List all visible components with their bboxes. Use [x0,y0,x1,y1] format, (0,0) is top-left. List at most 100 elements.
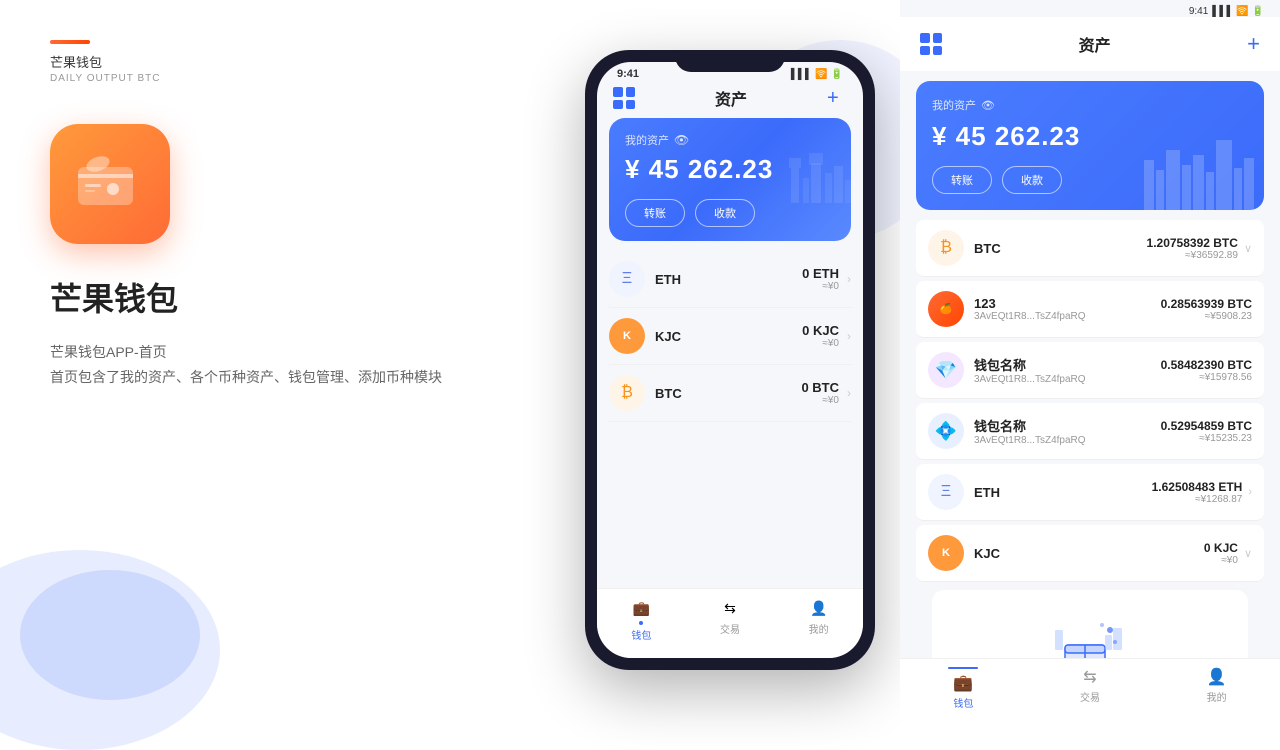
phone-nav-trade[interactable]: ⇆ 交易 [686,597,775,642]
card-city-bg [781,128,851,213]
rp-wallet-nav-label: 钱包 [953,695,973,710]
rp-coin-wallet1[interactable]: 💎 钱包名称 3AvEQt1R8...TsZ4fpaRQ 0.58482390 … [916,342,1264,399]
eth-name: ETH [655,272,802,287]
rp-header: 资产 + [900,17,1280,71]
rp-btc-info: BTC [974,241,1147,256]
rp-asset-card: 我的资产 👁 ¥ 45 262.23 转账 收款 [916,81,1264,210]
phone-nav-wallet[interactable]: 💼 钱包 [597,597,686,642]
rp-wallet2-icon: 💠 [928,413,964,449]
rp-kjc-name: KJC [974,546,1204,561]
phone-status-icons: ▌▌▌ 🛜 🔋 [791,69,843,80]
rp-eth-value: 1.62508483 ETH [1152,480,1243,494]
rp-grid-icon[interactable] [920,33,942,55]
grid-icon[interactable] [613,87,635,109]
btc-icon: ₿ [609,375,645,411]
eye-icon[interactable]: 👁 [674,133,689,147]
rp-transfer-button[interactable]: 转账 [932,166,992,194]
kjc-name: KJC [655,329,802,344]
btc-arrow: › [847,386,851,400]
rp-wallet-nav-icon: 💼 [953,673,973,693]
mine-nav-icon: 👤 [808,597,830,619]
rp-coin-btc[interactable]: ₿ BTC 1.20758392 BTC ≈¥36592.89 ∨ [916,220,1264,277]
rp-btc-arrow: ∨ [1244,242,1252,255]
deco-blob-2 [20,570,200,700]
rp-bottom-nav: 💼 钱包 ⇆ 交易 👤 我的 [900,658,1280,720]
rp-wallet2-name: 钱包名称 [974,416,1161,435]
rp-nav-trade[interactable]: ⇆ 交易 [1027,667,1154,710]
phone-time: 9:41 [617,68,639,80]
btc-amount: 0 BTC ≈¥0 [801,380,839,406]
rp-status-bar: 9:41 ▌▌▌ 🛜 🔋 [900,0,1280,17]
kjc-sub: ≈¥0 [802,338,839,349]
trade-nav-label: 交易 [720,621,740,636]
app-title: 芒果钱包 [50,274,510,320]
eth-amount: 0 ETH ≈¥0 [802,266,839,292]
rp-mine-nav-label: 我的 [1207,689,1227,704]
rp-btc-right: 1.20758392 BTC ≈¥36592.89 [1147,236,1238,261]
right-panel: 9:41 ▌▌▌ 🛜 🔋 资产 + 我的资产 👁 ¥ 45 262.23 转账 … [900,0,1280,720]
phone-nav-mine[interactable]: 👤 我的 [774,597,863,642]
rp-123-icon: 🍊 [928,291,964,327]
eth-sub: ≈¥0 [802,281,839,292]
phone-header-title: 资产 [715,86,747,110]
rp-coin-list: ₿ BTC 1.20758392 BTC ≈¥36592.89 ∨ 🍊 123 … [900,220,1280,658]
rp-eth-right: 1.62508483 ETH ≈¥1268.87 [1152,480,1243,505]
phone-frame: 9:41 ▌▌▌ 🛜 🔋 资产 + 我的 资产 👁 [585,50,875,670]
rp-nav-mine[interactable]: 👤 我的 [1153,667,1280,710]
eth-icon: Ξ [609,261,645,297]
rp-kjc-arrow: ∨ [1244,547,1252,560]
phone-header: 资产 + [597,82,863,118]
rp-123-info: 123 3AvEQt1R8...TsZ4fpaRQ [974,296,1161,322]
rp-coin-eth[interactable]: Ξ ETH 1.62508483 ETH ≈¥1268.87 › [916,464,1264,521]
add-button[interactable]: + [827,88,847,108]
rp-wallet1-right: 0.58482390 BTC ≈¥15978.56 [1161,358,1252,383]
rp-kjc-info: KJC [974,546,1204,561]
kjc-arrow: › [847,329,851,343]
rp-empty-state: 请先创建或导入ETH钱包 创建 导入 [932,590,1248,658]
rp-123-value: 0.28563939 BTC [1161,297,1252,311]
rp-kjc-icon: K [928,535,964,571]
rp-eth-icon: Ξ [928,474,964,510]
accent-line [50,40,90,44]
phone-coin-eth[interactable]: Ξ ETH 0 ETH ≈¥0 › [609,251,851,308]
rp-time: 9:41 [1189,6,1208,17]
wallet-nav-icon: 💼 [630,597,652,619]
rp-receive-button[interactable]: 收款 [1002,166,1062,194]
phone-asset-card: 我的资产 👁 ¥ 45 262.23 转账 收款 [609,118,851,241]
phone-transfer-button[interactable]: 转账 [625,199,685,227]
rp-kjc-right: 0 KJC ≈¥0 [1204,541,1238,566]
kjc-value: 0 KJC [802,323,839,338]
battery-icon: 🔋 [831,69,843,80]
rp-coin-wallet2[interactable]: 💠 钱包名称 3AvEQt1R8...TsZ4fpaRQ 0.52954859 … [916,403,1264,460]
rp-123-addr: 3AvEQt1R8...TsZ4fpaRQ [974,311,1161,322]
mine-nav-label: 我的 [809,621,829,636]
phone-coin-btc[interactable]: ₿ BTC 0 BTC ≈¥0 › [609,365,851,422]
phone-coin-kjc[interactable]: K KJC 0 KJC ≈¥0 › [609,308,851,365]
rp-wallet1-addr: 3AvEQt1R8...TsZ4fpaRQ [974,374,1161,385]
wallet-nav-label: 钱包 [631,627,651,642]
trade-nav-icon: ⇆ [719,597,741,619]
rp-wallet2-info: 钱包名称 3AvEQt1R8...TsZ4fpaRQ [974,416,1161,446]
rp-btc-icon: ₿ [928,230,964,266]
rp-kjc-sub: ≈¥0 [1204,555,1238,566]
rp-coin-123[interactable]: 🍊 123 3AvEQt1R8...TsZ4fpaRQ 0.28563939 B… [916,281,1264,338]
app-icon [50,124,170,244]
rp-add-button[interactable]: + [1247,31,1260,57]
rp-123-right: 0.28563939 BTC ≈¥5908.23 [1161,297,1252,322]
btc-info: BTC [655,386,801,401]
rp-signal: ▌▌▌ 🛜 🔋 [1212,6,1264,17]
btc-sub: ≈¥0 [801,395,839,406]
btc-name: BTC [655,386,801,401]
eth-value: 0 ETH [802,266,839,281]
rp-wallet2-value: 0.52954859 BTC [1161,419,1252,433]
rp-nav-wallet[interactable]: 💼 钱包 [900,667,1027,710]
rp-btc-name: BTC [974,241,1147,256]
rp-trade-nav-icon: ⇆ [1083,667,1096,687]
phone-receive-button[interactable]: 收款 [695,199,755,227]
rp-btc-value: 1.20758392 BTC [1147,236,1238,250]
rp-wallet1-value: 0.58482390 BTC [1161,358,1252,372]
rp-eye-icon[interactable]: 👁 [981,99,995,112]
kjc-icon: K [609,318,645,354]
phone-bottom-nav: 💼 钱包 ⇆ 交易 👤 我的 [597,588,863,658]
rp-coin-kjc[interactable]: K KJC 0 KJC ≈¥0 ∨ [916,525,1264,582]
